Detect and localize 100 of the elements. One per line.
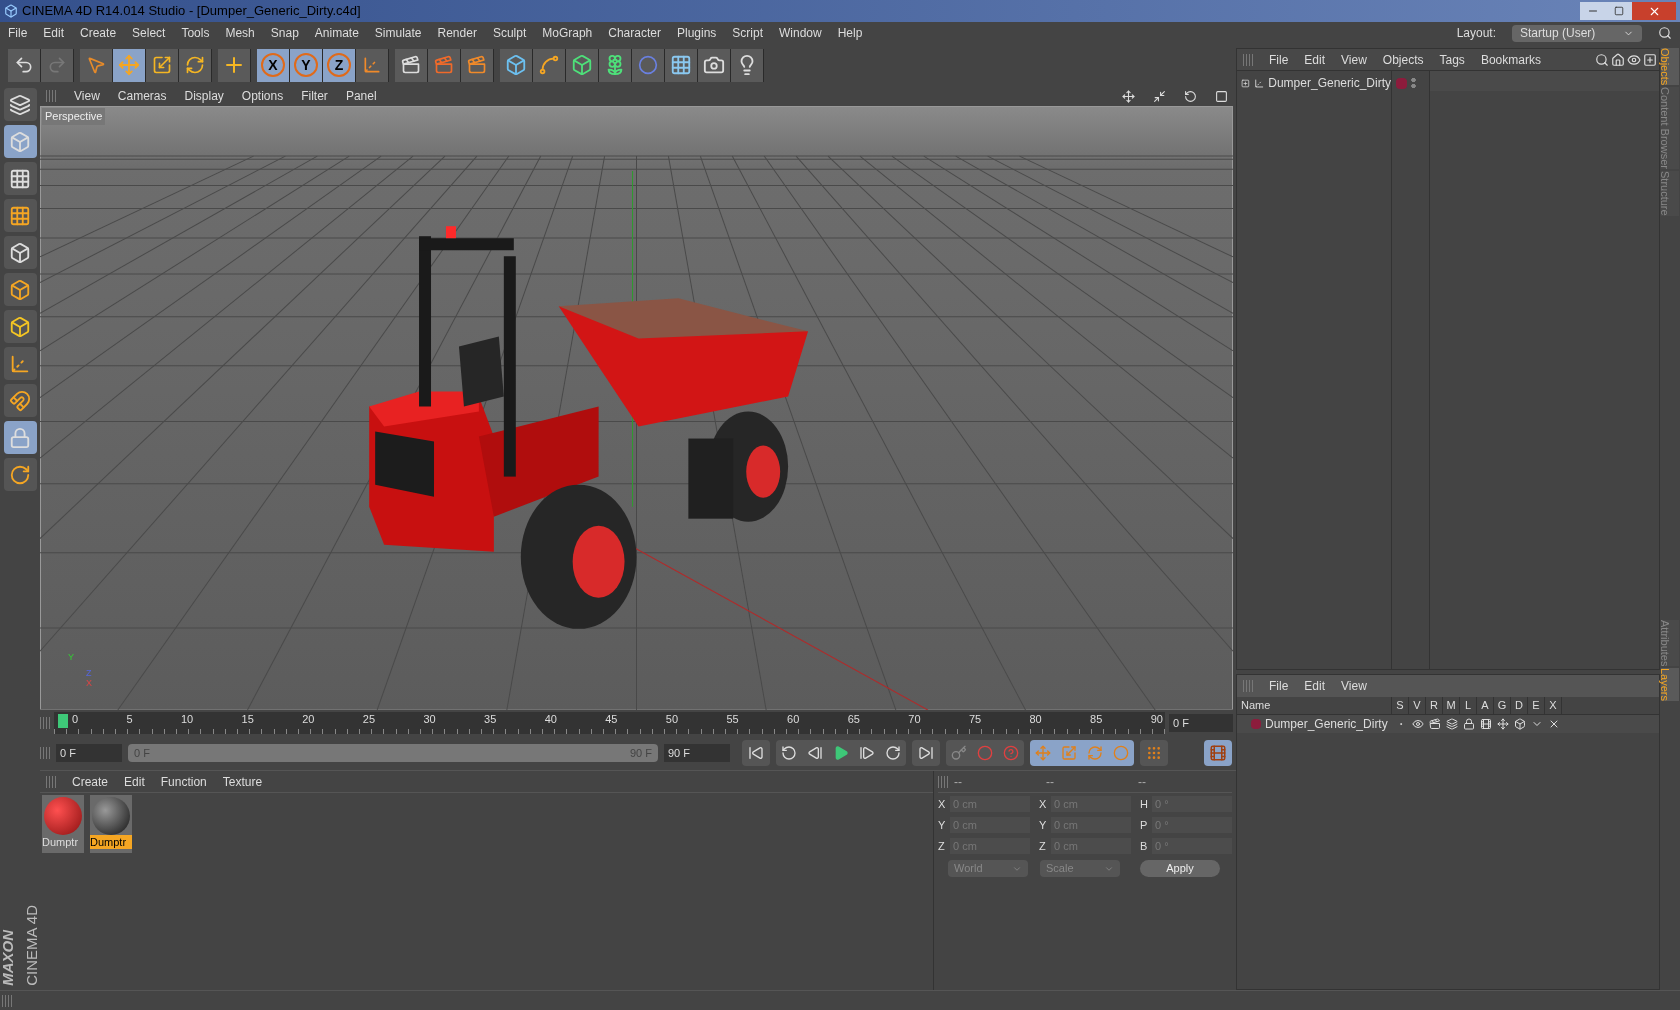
viewport-menu-item[interactable]: View	[74, 87, 100, 105]
viewport-menu-item[interactable]: Cameras	[117, 87, 167, 105]
rotate-tool-button[interactable]	[179, 48, 212, 82]
key-points-button[interactable]	[1140, 740, 1168, 766]
search-icon[interactable]	[1595, 52, 1609, 67]
undo-button[interactable]	[8, 48, 41, 82]
eye-icon[interactable]	[1411, 718, 1424, 730]
tool-palette-button[interactable]	[3, 458, 37, 491]
menu-item[interactable]: MoGraph	[542, 24, 593, 42]
go-to-end-button[interactable]	[912, 740, 940, 766]
menu-item[interactable]: Render	[437, 24, 477, 42]
tool-palette-button[interactable]	[3, 236, 37, 269]
render-picture-button[interactable]	[428, 48, 461, 82]
menu-item[interactable]: Simulate	[374, 24, 422, 42]
layer-menu-item[interactable]: View	[1341, 677, 1367, 695]
layer-menu-item[interactable]: File	[1269, 677, 1289, 695]
layout-dropdown[interactable]: Startup (User)	[1512, 24, 1642, 42]
expand-icon[interactable]	[1241, 77, 1250, 89]
light-button[interactable]	[731, 48, 764, 82]
end-frame-field[interactable]: 90 F	[664, 744, 730, 762]
lock-icon[interactable]	[1462, 718, 1475, 730]
material-menu-item[interactable]: Texture	[222, 772, 263, 791]
cube-button[interactable]	[500, 48, 533, 82]
axis-lock-button[interactable]: X	[257, 48, 290, 82]
nurbs-button[interactable]	[566, 48, 599, 82]
apply-button[interactable]: Apply	[1140, 860, 1220, 877]
cube-icon[interactable]	[1513, 718, 1526, 730]
render-settings-button[interactable]	[461, 48, 494, 82]
menu-item[interactable]: Help	[837, 24, 863, 42]
current-frame-field[interactable]: 0 F	[1169, 714, 1233, 732]
axis-lock-button[interactable]: Y	[290, 48, 323, 82]
scale-tool-button[interactable]	[146, 48, 179, 82]
deformer-button[interactable]	[632, 48, 665, 82]
object-menu-item[interactable]: Tags	[1439, 50, 1465, 69]
render-view-button[interactable]	[395, 48, 428, 82]
visibility-dots-icon[interactable]	[1411, 77, 1416, 89]
start-frame-field[interactable]: 0 F	[56, 744, 122, 762]
tool-palette-button[interactable]	[3, 310, 37, 343]
tool-palette-button[interactable]	[3, 421, 37, 454]
axis-lock-button[interactable]: Z	[323, 48, 356, 82]
menu-item[interactable]: File	[8, 24, 28, 42]
orbit-icon[interactable]	[1184, 89, 1197, 103]
menu-item[interactable]: Plugins	[676, 24, 717, 42]
viewport-menu-item[interactable]: Filter	[301, 87, 328, 105]
menu-item[interactable]: Mesh	[225, 24, 255, 42]
menu-item[interactable]: Snap	[270, 24, 299, 42]
array-button[interactable]	[599, 48, 632, 82]
viewport-menu-item[interactable]: Display	[184, 87, 224, 105]
floor-button[interactable]	[665, 48, 698, 82]
close-button[interactable]	[1632, 2, 1676, 20]
layer-menu-item[interactable]: Edit	[1304, 677, 1326, 695]
object-menu-item[interactable]: View	[1341, 50, 1367, 69]
menu-item[interactable]: Tools	[181, 24, 210, 42]
tool-palette-button[interactable]	[3, 162, 37, 195]
material-swatch[interactable]: Dumptr	[42, 795, 84, 853]
pan-icon[interactable]	[1122, 89, 1135, 103]
material-menu-item[interactable]: Create	[72, 772, 109, 791]
home-icon[interactable]	[1611, 52, 1625, 67]
menu-item[interactable]: Character	[608, 24, 661, 42]
clapperboard-icon[interactable]	[1428, 718, 1441, 730]
camera-button[interactable]	[698, 48, 731, 82]
spline-button[interactable]	[533, 48, 566, 82]
menu-item[interactable]: Script	[732, 24, 763, 42]
tool-palette-button[interactable]	[3, 273, 37, 306]
menu-item[interactable]: Animate	[314, 24, 359, 42]
add-button[interactable]	[218, 48, 251, 82]
maximize-button[interactable]	[1606, 2, 1632, 20]
viewport-menu-item[interactable]: Panel	[345, 87, 377, 105]
object-menu-item[interactable]: Objects	[1382, 50, 1424, 69]
timeline-button[interactable]	[1204, 740, 1232, 766]
object-menu-item[interactable]: File	[1269, 50, 1289, 69]
tool-palette-button[interactable]	[3, 88, 37, 121]
viewport-menu-item[interactable]: Options	[241, 87, 284, 105]
object-name[interactable]: Dumper_Generic_Dirty	[1268, 74, 1391, 92]
layer-row[interactable]: Dumper_Generic_Dirty	[1237, 715, 1659, 733]
menu-item[interactable]: Select	[132, 24, 166, 42]
select-tool-button[interactable]	[80, 48, 113, 82]
tool-palette-button[interactable]	[3, 347, 37, 380]
object-menu-item[interactable]: Edit	[1304, 50, 1326, 69]
go-to-start-button[interactable]	[742, 740, 770, 766]
new-view-icon[interactable]	[1643, 52, 1657, 67]
layer-color-swatch[interactable]	[1396, 77, 1407, 89]
material-menu-item[interactable]: Edit	[124, 772, 145, 791]
side-tab[interactable]: Layers	[1661, 668, 1679, 702]
layer-color-swatch[interactable]	[1251, 719, 1261, 729]
menu-item[interactable]: Edit	[43, 24, 65, 42]
coordinate-system-button[interactable]	[356, 48, 389, 82]
film-icon[interactable]	[1479, 718, 1492, 730]
object-menu-item[interactable]: Bookmarks	[1480, 50, 1541, 69]
maximize-view-icon[interactable]	[1215, 89, 1228, 103]
move-icon[interactable]	[1496, 718, 1509, 730]
search-icon[interactable]	[1658, 26, 1672, 40]
menu-item[interactable]: Sculpt	[492, 24, 527, 42]
material-swatch[interactable]: Dumptr	[90, 795, 132, 853]
move-tool-button[interactable]	[113, 48, 146, 82]
timeline-ruler[interactable]: 0 5 10 15 20 25 30 35 40 45 50 55 60 65 70 75 80 85 90	[54, 712, 1165, 734]
tool-palette-button[interactable]	[3, 384, 37, 417]
tool-palette-button[interactable]	[3, 125, 37, 158]
material-menu-item[interactable]: Function	[160, 772, 207, 791]
zoom-icon[interactable]	[1153, 89, 1166, 103]
